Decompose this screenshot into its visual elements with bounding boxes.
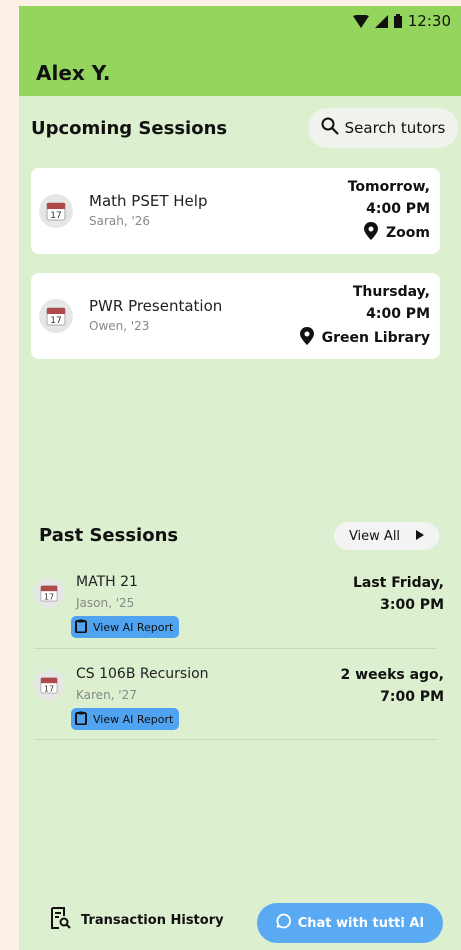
divider [34,739,437,740]
session-time: 7:00 PM [380,689,444,705]
signal-icon [374,14,388,28]
calendar-icon: 17 [34,578,64,608]
session-title: MATH 21 [76,574,138,590]
clipboard-icon [75,619,87,636]
session-day: Thursday, [352,284,430,300]
search-icon [321,117,339,139]
session-day: 2 weeks ago, [340,667,444,683]
session-location: Green Library [299,327,430,349]
view-all-label: View All [348,528,401,544]
calendar-icon: 17 [39,299,73,333]
status-time: 12:30 [407,12,451,30]
location-label: Green Library [321,330,430,346]
calendar-day: 17 [50,211,61,221]
chat-bubble-icon [276,913,292,933]
app-header: 12:30 Alex Y. [19,6,461,96]
session-tutor: Owen, '23 [89,319,150,333]
past-session-item[interactable]: 17 MATH 21 Jason, '25 View AI Report Las… [34,568,444,660]
session-tutor: Jason, '25 [76,596,135,610]
upcoming-sessions-title: Upcoming Sessions [31,118,228,139]
session-location: Zoom [364,222,430,244]
calendar-day: 17 [50,316,61,326]
chat-with-ai-label: Chat with tutti AI [297,915,425,931]
battery-icon [393,14,402,28]
session-day: Last Friday, [352,575,444,591]
app-screen: 12:30 Alex Y. Upcoming Sessions Search t… [19,6,461,950]
past-sessions-title: Past Sessions [39,525,179,546]
user-name: Alex Y. [36,61,111,85]
calendar-icon: 17 [34,670,64,700]
calendar-day: 17 [44,683,54,693]
session-datetime: Thursday, 4:00 PM [353,281,430,325]
calendar-icon: 17 [39,194,73,228]
status-bar: 12:30 [352,12,451,30]
session-title: CS 106B Recursion [76,666,209,682]
view-all-button[interactable]: View All [334,522,439,550]
upcoming-session-card[interactable]: 17 PWR Presentation Owen, '23 Thursday, … [31,273,440,359]
clipboard-icon [75,711,87,728]
session-time: 4:00 PM [366,201,430,217]
location-pin-icon [299,327,314,349]
search-tutors-label: Search tutors [344,119,446,137]
location-label: Zoom [386,225,430,241]
receipt-search-icon [49,907,71,933]
view-ai-report-label: View AI Report [93,620,174,634]
transaction-history-label: Transaction History [81,912,224,928]
search-tutors-button[interactable]: Search tutors [308,108,458,148]
calendar-day: 17 [44,591,54,601]
view-ai-report-button[interactable]: View AI Report [71,616,180,638]
wifi-icon [352,14,369,28]
session-time: 3:00 PM [380,597,444,613]
session-tutor: Karen, '27 [76,688,137,702]
session-tutor: Sarah, '26 [89,214,151,228]
session-title: Math PSET Help [89,192,208,210]
session-datetime: Tomorrow, 4:00 PM [348,176,430,220]
view-ai-report-label: View AI Report [93,712,174,726]
view-ai-report-button[interactable]: View AI Report [71,708,180,730]
session-time: 4:00 PM [366,306,430,322]
play-arrow-icon [416,529,425,544]
divider [34,648,437,649]
upcoming-session-card[interactable]: 17 Math PSET Help Sarah, '26 Tomorrow, 4… [31,168,440,254]
location-pin-icon [364,222,379,244]
session-datetime: 2 weeks ago, 7:00 PM [341,664,444,708]
transaction-history-link[interactable]: Transaction History [49,907,224,933]
session-datetime: Last Friday, 3:00 PM [353,572,444,616]
session-title: PWR Presentation [89,297,223,315]
chat-with-ai-button[interactable]: Chat with tutti AI [257,903,443,943]
session-day: Tomorrow, [347,179,430,195]
